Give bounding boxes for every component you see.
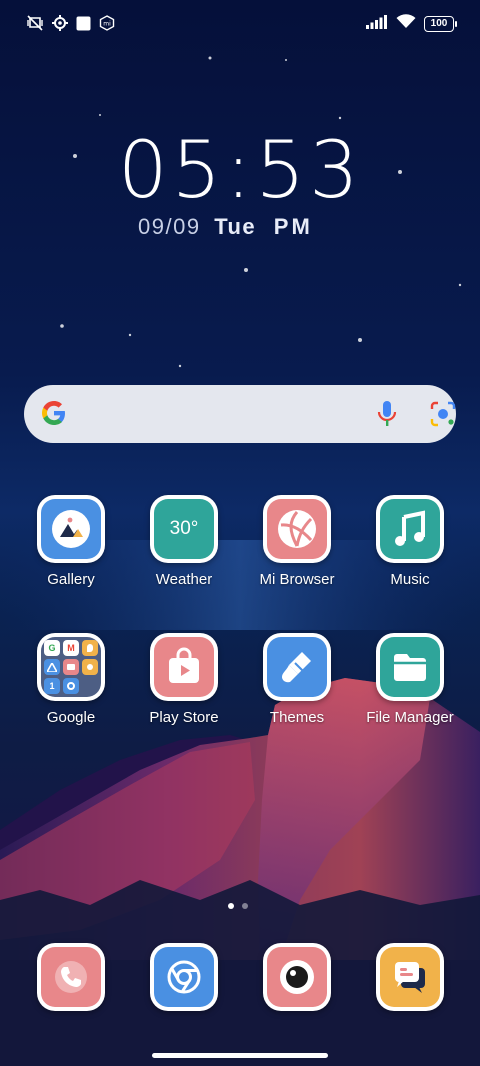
app-label: Weather	[155, 571, 213, 588]
battery-indicator: 100	[424, 16, 457, 32]
status-bar: mi 100	[0, 0, 480, 46]
gesture-nav-handle[interactable]	[152, 1053, 328, 1058]
app-music[interactable]: Music	[355, 495, 465, 588]
vibrate-off-icon	[26, 14, 44, 37]
google-search-bar[interactable]	[24, 385, 456, 443]
dock-camera[interactable]	[242, 943, 352, 1011]
app-file-manager[interactable]: File Manager	[355, 633, 465, 726]
paintbrush-icon	[282, 652, 311, 683]
keep-mini-icon	[82, 659, 98, 675]
dock-messages[interactable]	[355, 943, 465, 1011]
chrome-icon	[167, 960, 201, 994]
svg-text:mi: mi	[103, 21, 111, 28]
date-value: 09/09	[138, 214, 201, 239]
app-label: Mi Browser	[259, 571, 335, 588]
one-mini-icon: 1	[44, 678, 60, 694]
app-play-store[interactable]: Play Store	[129, 633, 239, 726]
app-label: Music	[390, 571, 430, 588]
square-notification-icon	[76, 16, 91, 36]
weather-temp-badge: 30°	[169, 518, 199, 539]
app-label: Gallery	[47, 571, 95, 588]
dock-phone[interactable]	[16, 943, 126, 1011]
app-label: Play Store	[149, 709, 219, 726]
gallery-icon	[52, 510, 90, 548]
page-indicator	[228, 903, 248, 909]
mi-browser-icon	[278, 510, 316, 548]
folder-apps-grid: G M 1	[44, 640, 98, 694]
folder-icon	[394, 654, 426, 681]
google-lens-icon[interactable]	[428, 399, 458, 434]
page-dot-active	[228, 903, 234, 909]
messages-icon	[395, 962, 425, 993]
app-gallery[interactable]: Gallery	[16, 495, 126, 588]
wifi-icon	[396, 14, 416, 34]
maps-mini-icon	[82, 640, 98, 656]
settings-gear-icon	[52, 15, 68, 36]
dock-chrome[interactable]	[129, 943, 239, 1011]
meet-mini-icon	[63, 659, 79, 675]
folder-google[interactable]: G M 1 Google	[16, 633, 126, 726]
clock-time[interactable]: 05:53	[118, 126, 363, 216]
play-store-icon	[169, 647, 199, 683]
app-mi-browser[interactable]: Mi Browser	[242, 495, 352, 588]
app-label: File Manager	[366, 709, 454, 726]
phone-icon	[55, 961, 87, 993]
camera-icon	[280, 960, 314, 994]
page-dot	[242, 903, 248, 909]
gmail-mini-icon: M	[63, 640, 79, 656]
music-note-icon	[395, 510, 425, 546]
app-label: Themes	[269, 709, 325, 726]
mic-icon[interactable]	[374, 399, 400, 434]
photos-mini-icon	[63, 678, 79, 694]
google-g-icon	[40, 399, 68, 432]
drive-mini-icon	[44, 659, 60, 675]
mi-icon: mi	[99, 15, 115, 36]
app-weather[interactable]: 30° Weather	[129, 495, 239, 588]
clock-date[interactable]: 09/09 Tue PM	[138, 214, 313, 240]
google-mini-icon: G	[44, 640, 60, 656]
app-label: Google	[46, 709, 96, 726]
day-value: Tue	[214, 214, 257, 239]
ampm-value: PM	[273, 214, 313, 239]
app-themes[interactable]: Themes	[242, 633, 352, 726]
signal-icon	[366, 14, 388, 34]
